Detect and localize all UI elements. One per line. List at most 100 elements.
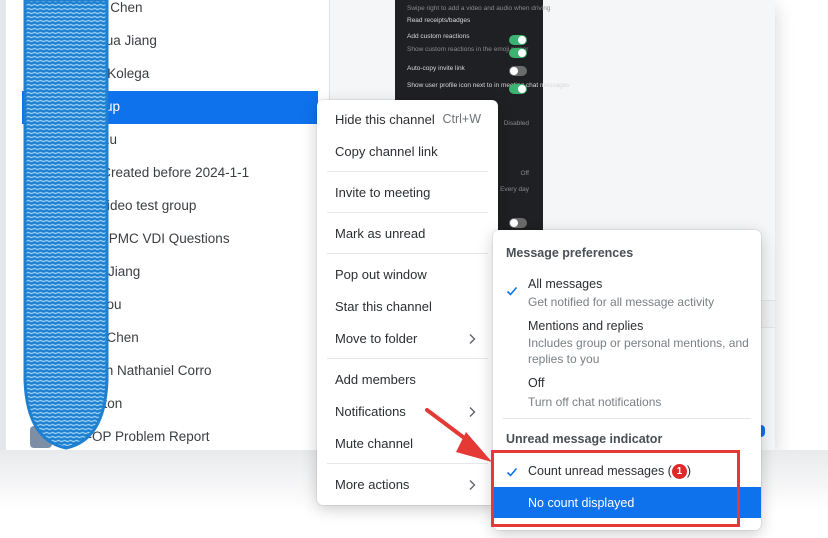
settings-preview-text: Every day bbox=[500, 186, 529, 193]
settings-toggle bbox=[509, 84, 527, 94]
option-title: All messages bbox=[528, 277, 603, 291]
avatar bbox=[30, 393, 52, 415]
chat-list-item[interactable]: Guanjin Chen bbox=[22, 0, 318, 25]
chat-sidebar: Guanjin Chen Zhanghua Jiang William Kolega… bbox=[0, 0, 330, 450]
settings-preview-text: Add custom reactions bbox=[407, 33, 470, 40]
option-description: Includes group or personal mentions, and… bbox=[528, 336, 749, 366]
channel-context-menu: Hide this channel Ctrl+W Copy channel link… bbox=[317, 100, 498, 505]
menu-divider bbox=[327, 212, 488, 213]
menu-item-label: Star this channel bbox=[335, 299, 432, 314]
menu-item-label: Invite to meeting bbox=[335, 185, 431, 200]
screenshot-stage: Guanjin Chen Zhanghua Jiang William Kolega… bbox=[0, 0, 828, 538]
avatar bbox=[30, 63, 52, 85]
chat-list-item[interactable]: Web-OP Problem Report bbox=[22, 421, 318, 450]
menu-item-label: Mute channel bbox=[335, 436, 414, 451]
chat-list-item[interactable]: Group Created before 2024-1-1 bbox=[22, 157, 318, 190]
chat-list-item[interactable]: Francis Jiang bbox=[22, 256, 318, 289]
chat-list-item[interactable]: test group bbox=[22, 91, 318, 124]
chat-name: Claire You bbox=[60, 297, 122, 312]
avatar bbox=[30, 294, 52, 316]
chat-name: test group bbox=[60, 99, 121, 114]
avatar bbox=[30, 195, 52, 217]
settings-toggle bbox=[509, 218, 527, 228]
unread-indicator-heading: Unread message indicator bbox=[506, 432, 663, 446]
menu-item-move-to-folder[interactable]: Move to folder bbox=[317, 324, 498, 354]
chevron-right-icon bbox=[469, 334, 476, 344]
chat-name: Web-OP Problem Report bbox=[60, 429, 210, 444]
sidebar-edge bbox=[0, 0, 6, 450]
chat-list-item[interactable]: Christian Nathaniel Corro bbox=[22, 355, 318, 388]
chevron-right-icon bbox=[469, 480, 476, 490]
menu-item-mute-channel[interactable]: Mute channel bbox=[317, 429, 498, 459]
menu-item-notifications[interactable]: Notifications bbox=[317, 397, 498, 427]
chat-list-item[interactable]: Zoom Video test group bbox=[22, 190, 318, 223]
menu-item-label: Hide this channel bbox=[335, 112, 435, 127]
option-count-unread[interactable]: Count unread messages (1) bbox=[493, 456, 761, 486]
right-pane-divider bbox=[760, 300, 775, 328]
menu-item-star-this-channel[interactable]: Star this channel bbox=[317, 292, 498, 322]
submenu-divider bbox=[503, 418, 751, 419]
chat-list-item[interactable]: Delong Chen bbox=[22, 322, 318, 355]
menu-divider bbox=[327, 253, 488, 254]
chat-list-item[interactable]: Ed Fenton bbox=[22, 388, 318, 421]
presence-dot bbox=[45, 342, 53, 350]
menu-item-label: More actions bbox=[335, 477, 410, 492]
message-preferences-heading: Message preferences bbox=[506, 246, 634, 260]
menu-item-hide-this-channel[interactable]: Hide this channel Ctrl+W bbox=[317, 105, 498, 135]
avatar bbox=[30, 96, 52, 118]
chat-name: Yuling Xu bbox=[60, 132, 118, 147]
avatar bbox=[30, 162, 52, 184]
menu-item-label: Add members bbox=[335, 372, 416, 387]
menu-item-invite-to-meeting[interactable]: Invite to meeting bbox=[317, 178, 498, 208]
chat-list-item[interactable]: Claire You bbox=[22, 289, 318, 322]
menu-item-mark-as-unread[interactable]: Mark as unread bbox=[317, 219, 498, 249]
avatar bbox=[30, 228, 52, 250]
chat-name: Francis Jiang bbox=[60, 264, 141, 279]
chevron-right-icon bbox=[469, 407, 476, 417]
menu-item-label: Mark as unread bbox=[335, 226, 426, 241]
unread-count-badge: 1 bbox=[671, 464, 687, 479]
menu-item-copy-channel-link[interactable]: Copy channel link bbox=[317, 137, 498, 167]
settings-preview-text: Read receipts/badges bbox=[407, 17, 471, 24]
menu-item-label: Move to folder bbox=[335, 331, 418, 346]
settings-preview-text: Auto-copy invite link bbox=[407, 65, 465, 72]
menu-item-label: Notifications bbox=[335, 404, 406, 419]
option-no-count-displayed[interactable]: No count displayed bbox=[493, 487, 761, 518]
chat-name: Group Created before 2024-1-1 bbox=[60, 165, 250, 180]
menu-item-add-members[interactable]: Add members bbox=[317, 365, 498, 395]
settings-preview-text: Show user profile icon next to in meetin… bbox=[407, 82, 570, 89]
option-description: Get notified for all message activity bbox=[528, 295, 715, 309]
settings-preview-text: Swipe right to add a video and audio whe… bbox=[407, 5, 551, 12]
menu-divider bbox=[327, 171, 488, 172]
presence-dot bbox=[45, 144, 53, 152]
chat-list-item[interactable]: William Kolega bbox=[22, 58, 318, 91]
menu-item-label: Pop out window bbox=[335, 267, 427, 282]
chat-list-item[interactable]: Internal PMC VDI Questions bbox=[22, 223, 318, 256]
settings-toggle bbox=[509, 66, 527, 76]
presence-dot bbox=[45, 276, 53, 284]
menu-item-more-actions[interactable]: More actions bbox=[317, 470, 498, 500]
option-description: Turn off chat notifications bbox=[528, 395, 662, 409]
settings-preview-text: Disabled bbox=[503, 120, 529, 127]
chat-list-item[interactable]: Zhanghua Jiang bbox=[22, 25, 318, 58]
chat-name: Internal PMC VDI Questions bbox=[60, 231, 230, 246]
option-title: Off bbox=[528, 376, 545, 390]
option-title: No count displayed bbox=[528, 496, 635, 510]
menu-divider bbox=[327, 463, 488, 464]
presence-dot bbox=[45, 45, 53, 53]
menu-item-pop-out-window[interactable]: Pop out window bbox=[317, 260, 498, 290]
chat-name: Ed Fenton bbox=[60, 396, 123, 411]
chat-list-item[interactable]: Yuling Xu bbox=[22, 124, 318, 157]
presence-dot bbox=[45, 375, 53, 383]
notifications-submenu: Message preferences All messages Get not… bbox=[493, 230, 761, 530]
menu-item-shortcut: Ctrl+W bbox=[442, 112, 481, 126]
chat-name: Christian Nathaniel Corro bbox=[60, 363, 212, 378]
chat-name: Delong Chen bbox=[60, 330, 139, 345]
settings-preview-text: Off bbox=[520, 170, 529, 177]
settings-toggle bbox=[509, 48, 527, 58]
check-icon bbox=[506, 286, 518, 296]
settings-toggle bbox=[509, 35, 527, 45]
count-unread-suffix: ) bbox=[686, 464, 692, 478]
menu-divider bbox=[327, 358, 488, 359]
count-unread-label: Count unread messages ( bbox=[528, 464, 672, 478]
